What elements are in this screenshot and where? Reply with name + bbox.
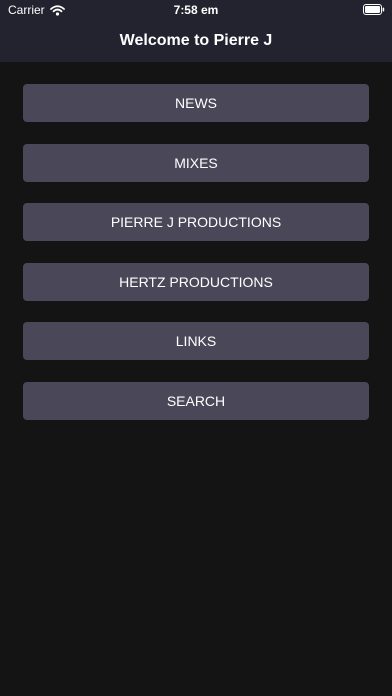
- status-time: 7:58 em: [173, 3, 219, 17]
- pierre-j-productions-button[interactable]: PIERRE J PRODUCTIONS: [23, 203, 369, 241]
- links-button[interactable]: LINKS: [23, 322, 369, 360]
- page-title: Welcome to Pierre J: [119, 32, 273, 49]
- news-button[interactable]: NEWS: [23, 84, 369, 122]
- status-bar: Carrier 7:58 em: [0, 0, 392, 20]
- battery-icon: [363, 4, 385, 15]
- main-menu: NEWS MIXES PIERRE J PRODUCTIONS HERTZ PR…: [23, 84, 369, 441]
- hertz-productions-button[interactable]: HERTZ PRODUCTIONS: [23, 262, 369, 301]
- navigation-header: Carrier 7:58 em Welcome to Pierre J: [0, 0, 392, 62]
- mixes-button[interactable]: MIXES: [23, 143, 369, 182]
- search-button[interactable]: SEARCH: [23, 381, 369, 420]
